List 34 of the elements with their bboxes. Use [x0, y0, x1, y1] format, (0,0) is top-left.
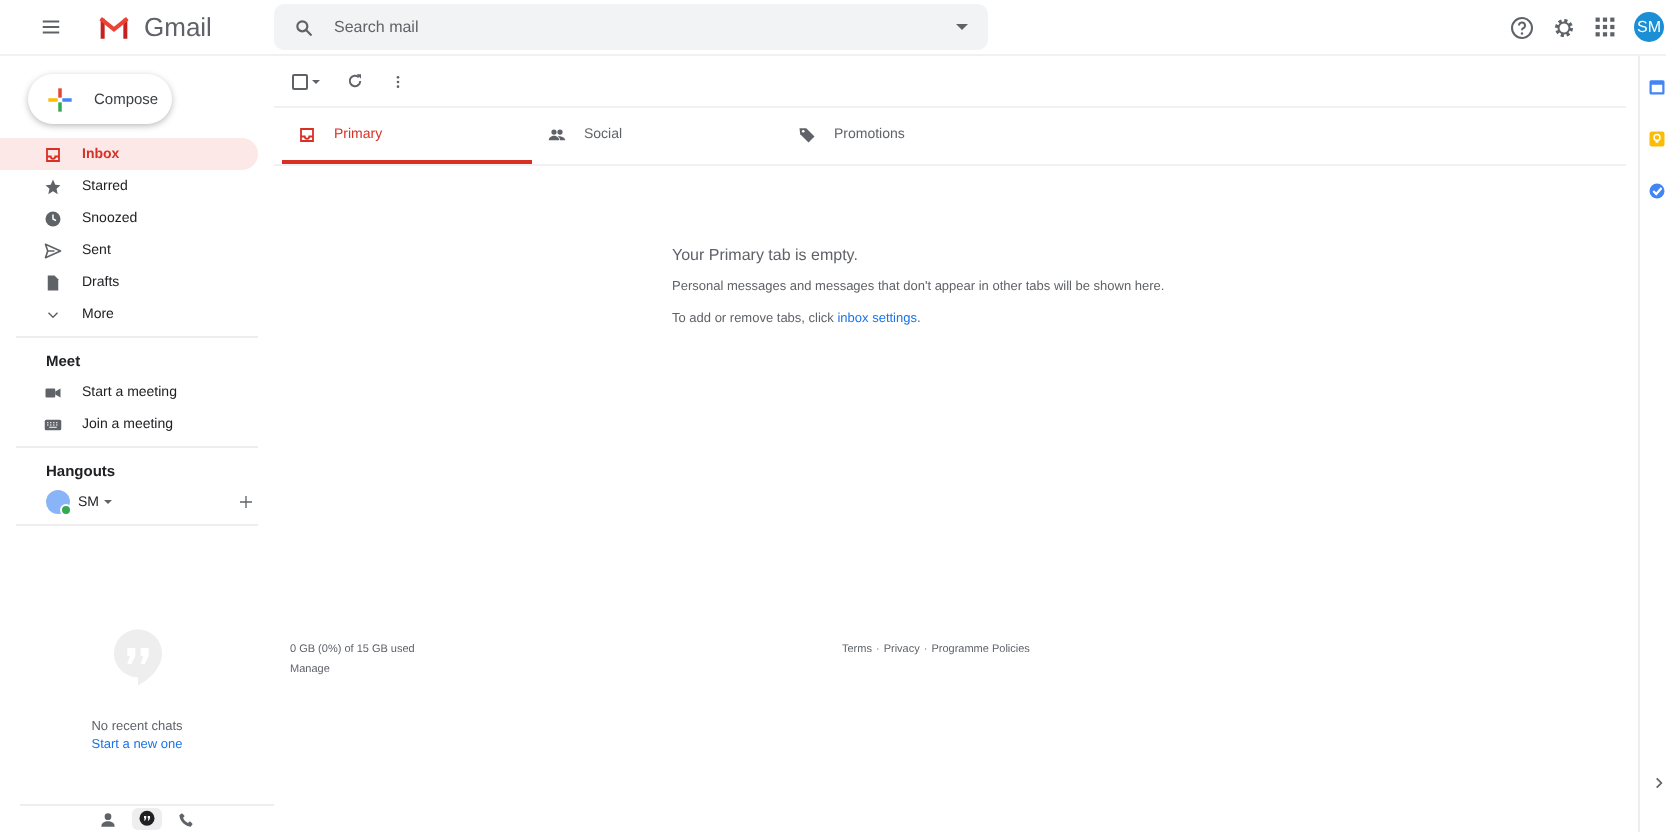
star-icon [44, 177, 62, 195]
online-status-dot [60, 504, 72, 516]
refresh-icon[interactable] [346, 72, 364, 90]
send-icon [44, 241, 62, 259]
clock-icon [44, 209, 62, 227]
caret-icon [103, 500, 111, 504]
account-avatar[interactable]: SM [1634, 12, 1664, 42]
person-icon[interactable] [100, 811, 116, 827]
tag-icon [798, 125, 816, 143]
empty-state-title: Your Primary tab is empty. [672, 246, 858, 264]
inbox-icon [298, 125, 316, 143]
inbox-icon [44, 145, 62, 163]
help-icon[interactable] [1510, 15, 1534, 39]
video-camera-icon [44, 383, 62, 401]
chat-icon [138, 810, 156, 828]
search-field[interactable]: Search mail [334, 18, 936, 36]
chat-tab[interactable] [132, 808, 162, 830]
keyboard-icon [44, 415, 62, 433]
search-icon [294, 17, 314, 37]
calendar-icon[interactable] [1648, 78, 1666, 96]
phone-icon[interactable] [178, 811, 194, 827]
search-bar[interactable]: Search mail [274, 4, 988, 50]
add-icon[interactable] [238, 494, 254, 510]
document-icon [44, 273, 62, 291]
expand-panel-icon[interactable] [1652, 776, 1666, 790]
settings-icon[interactable] [1552, 15, 1576, 39]
search-options-icon[interactable] [956, 24, 968, 30]
app-name: Gmail [144, 12, 212, 42]
checkmark-circle-icon[interactable] [1648, 182, 1666, 200]
plus-icon [46, 85, 74, 113]
select-checkbox[interactable] [292, 73, 320, 89]
people-icon [548, 125, 566, 143]
menu-icon[interactable] [40, 16, 62, 38]
apps-grid-icon[interactable] [1594, 16, 1616, 38]
